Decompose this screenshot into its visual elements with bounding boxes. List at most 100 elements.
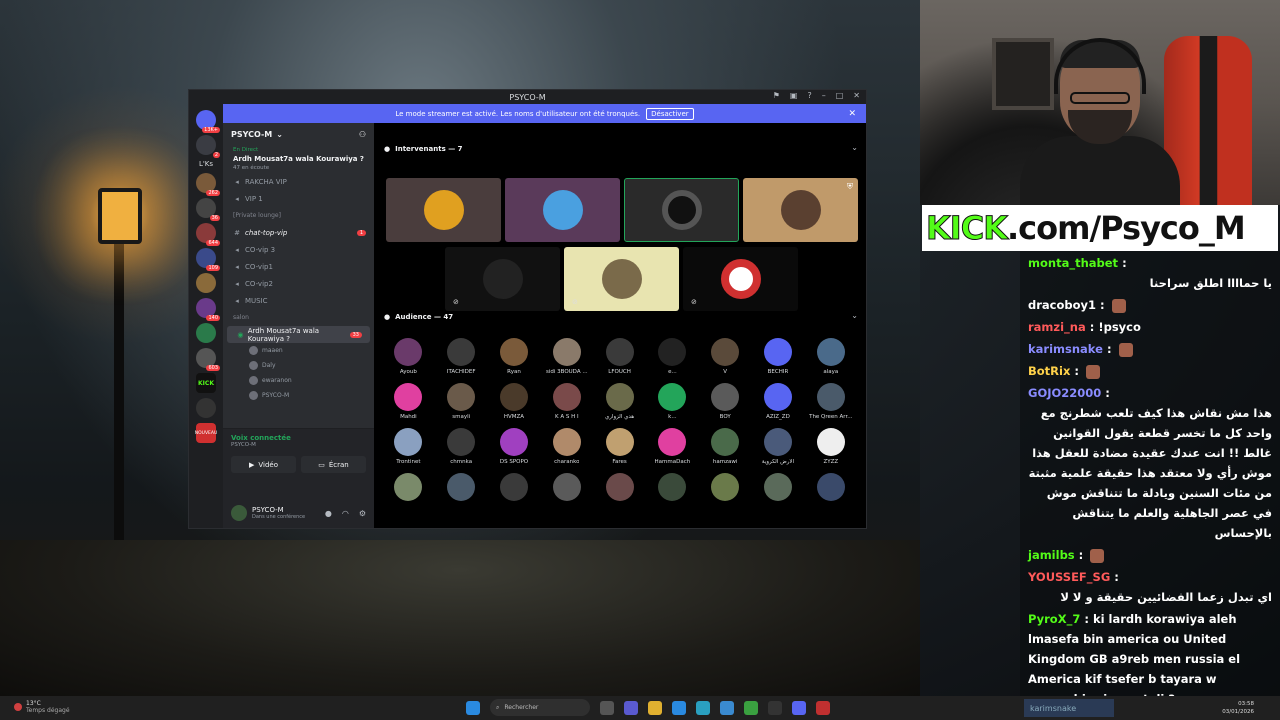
chat-username[interactable]: ramzi_na [1028, 320, 1086, 334]
screen-icon[interactable]: ▣ [790, 91, 798, 100]
server-icon[interactable]: 36 [196, 198, 220, 221]
audience-member[interactable]: charanko [540, 428, 593, 467]
audience-member[interactable]: V [699, 338, 752, 377]
server-icon[interactable]: 109 [196, 248, 220, 271]
live-event[interactable]: En Direct Ardh Mousat7a wala Kourawiya ?… [223, 145, 374, 173]
clock[interactable]: 03:58 03/01/2026 [1222, 700, 1254, 716]
discord-icon[interactable] [792, 700, 806, 715]
dm-home-icon[interactable]: 13K+ [196, 110, 220, 133]
chat-username[interactable]: karimsnake [1028, 342, 1103, 356]
audience-member[interactable]: HammaDach [646, 428, 699, 467]
member-item[interactable]: PSYCO-M [223, 388, 374, 403]
close-banner-icon[interactable]: ✕ [848, 109, 856, 119]
channel-item[interactable]: ◂ VIP 1 [223, 190, 374, 207]
audience-member[interactable]: sidi 3BOUDA ... [540, 338, 593, 377]
taskview-icon[interactable] [600, 700, 614, 715]
audience-member[interactable]: Ryan [488, 338, 541, 377]
audience-member[interactable] [382, 473, 435, 512]
minimize-button[interactable]: – [822, 91, 826, 100]
chat-username[interactable]: GOJO22000 [1028, 386, 1101, 400]
member-item[interactable]: maaen [223, 343, 374, 358]
audience-member[interactable]: DS SPOPO [488, 428, 541, 467]
app-icon[interactable] [816, 700, 830, 715]
audience-member[interactable]: HVMZA [488, 383, 541, 422]
audience-member[interactable]: e... [646, 338, 699, 377]
disable-streamer-button[interactable]: Désactiver [646, 107, 694, 120]
audience-member[interactable] [804, 473, 857, 512]
audience-member[interactable]: AZIZ_ZD [752, 383, 805, 422]
server-icon[interactable]: 140 [196, 298, 220, 321]
server-icon[interactable]: 262 [196, 173, 220, 196]
channel-item[interactable]: # chat-top-vip 1 [223, 224, 374, 241]
weather-widget[interactable]: 13°C Temps dégagé [14, 700, 70, 714]
speaker-tile[interactable] [624, 178, 739, 242]
audience-member[interactable]: BOY [699, 383, 752, 422]
headphones-icon[interactable]: ◠ [342, 509, 349, 518]
close-window-button[interactable]: ✕ [853, 91, 860, 100]
audience-member[interactable]: alaya [804, 338, 857, 377]
channel-item[interactable]: ◂ CO-vip 3 [223, 241, 374, 258]
audience-member[interactable]: BECHIR [752, 338, 805, 377]
audience-member[interactable] [488, 473, 541, 512]
teams-icon[interactable] [624, 700, 638, 715]
speaker-tile[interactable] [505, 178, 620, 242]
channel-category[interactable]: [Private lounge] [223, 207, 374, 224]
channel-item[interactable]: ◂ CO-vip2 [223, 275, 374, 292]
chat-username[interactable]: PyroX_7 [1028, 612, 1080, 626]
member-item[interactable]: Daly [223, 358, 374, 373]
channel-item[interactable]: ◂ RAKCHA VIP [223, 173, 374, 190]
speaker-tile[interactable]: ⊘ [564, 247, 679, 311]
screen-share-button[interactable]: ▭ Écran [301, 456, 366, 473]
chevron-down-icon[interactable]: ⌄ [851, 143, 858, 152]
audience-member[interactable] [752, 473, 805, 512]
chat-username[interactable]: BotRix [1028, 364, 1070, 378]
audience-member[interactable]: hamzawi [699, 428, 752, 467]
audience-member[interactable]: Fares [593, 428, 646, 467]
search-box[interactable]: ⌕ Rechercher [490, 699, 590, 716]
chrome-icon[interactable] [744, 700, 758, 715]
guild-header[interactable]: PSYCO-M ⌄ ⚇ [223, 123, 374, 145]
server-icon[interactable] [196, 398, 216, 418]
edge-icon[interactable] [696, 700, 710, 715]
obs-icon[interactable] [768, 700, 782, 715]
maximize-button[interactable]: □ [836, 91, 844, 100]
help-icon[interactable]: ? [807, 91, 811, 100]
audience-member[interactable]: Mahdi [382, 383, 435, 422]
audience-member[interactable]: Trontinet [382, 428, 435, 467]
chevron-down-icon[interactable]: ⌄ [851, 311, 858, 320]
member-item[interactable]: ewaranon [223, 373, 374, 388]
audience-member[interactable]: Ayoub [382, 338, 435, 377]
chat-username[interactable]: dracoboy1 [1028, 298, 1096, 312]
audience-member[interactable]: The Qreen Arr... [804, 383, 857, 422]
mic-icon[interactable]: ● [325, 509, 332, 518]
store-icon[interactable] [672, 700, 686, 715]
avatar[interactable] [231, 505, 247, 521]
add-member-icon[interactable]: ⚇ [359, 130, 366, 139]
video-button[interactable]: ▶ Vidéo [231, 456, 296, 473]
chat-username[interactable]: YOUSSEF_SG [1028, 570, 1110, 584]
audience-member[interactable] [540, 473, 593, 512]
audience-member[interactable]: chmnka [435, 428, 488, 467]
server-icon[interactable]: 603 [196, 348, 220, 371]
folder-icon[interactable] [648, 700, 662, 715]
server-folder-label[interactable]: L'Ks [199, 160, 213, 168]
speaker-tile[interactable]: ⊘ [683, 247, 798, 311]
audience-member[interactable]: ITACHIDEF [435, 338, 488, 377]
audience-member[interactable]: LFOUCH [593, 338, 646, 377]
speaker-tile[interactable]: ⊘ [445, 247, 560, 311]
server-icon[interactable]: 2 [196, 135, 220, 158]
audience-member[interactable]: هدي الزواري [593, 383, 646, 422]
channel-item[interactable]: ◂ CO-vip1 [223, 258, 374, 275]
start-icon[interactable] [466, 700, 480, 715]
channel-item[interactable]: ◂ MUSIC [223, 292, 374, 309]
server-icon[interactable] [196, 273, 216, 293]
chat-username[interactable]: jamilbs [1028, 548, 1075, 562]
kick-server-icon[interactable]: KICK [196, 373, 216, 393]
audience-member[interactable] [435, 473, 488, 512]
inbox-icon[interactable]: ⚑ [773, 91, 780, 100]
audience-member[interactable]: ZYZZ [804, 428, 857, 467]
audience-member[interactable] [593, 473, 646, 512]
active-stage-channel[interactable]: ◉ Ardh Mousat7a wala Kourawiya ? 33 [227, 326, 370, 343]
gear-icon[interactable]: ⚙ [359, 509, 366, 518]
audience-member[interactable]: K A S H I [540, 383, 593, 422]
